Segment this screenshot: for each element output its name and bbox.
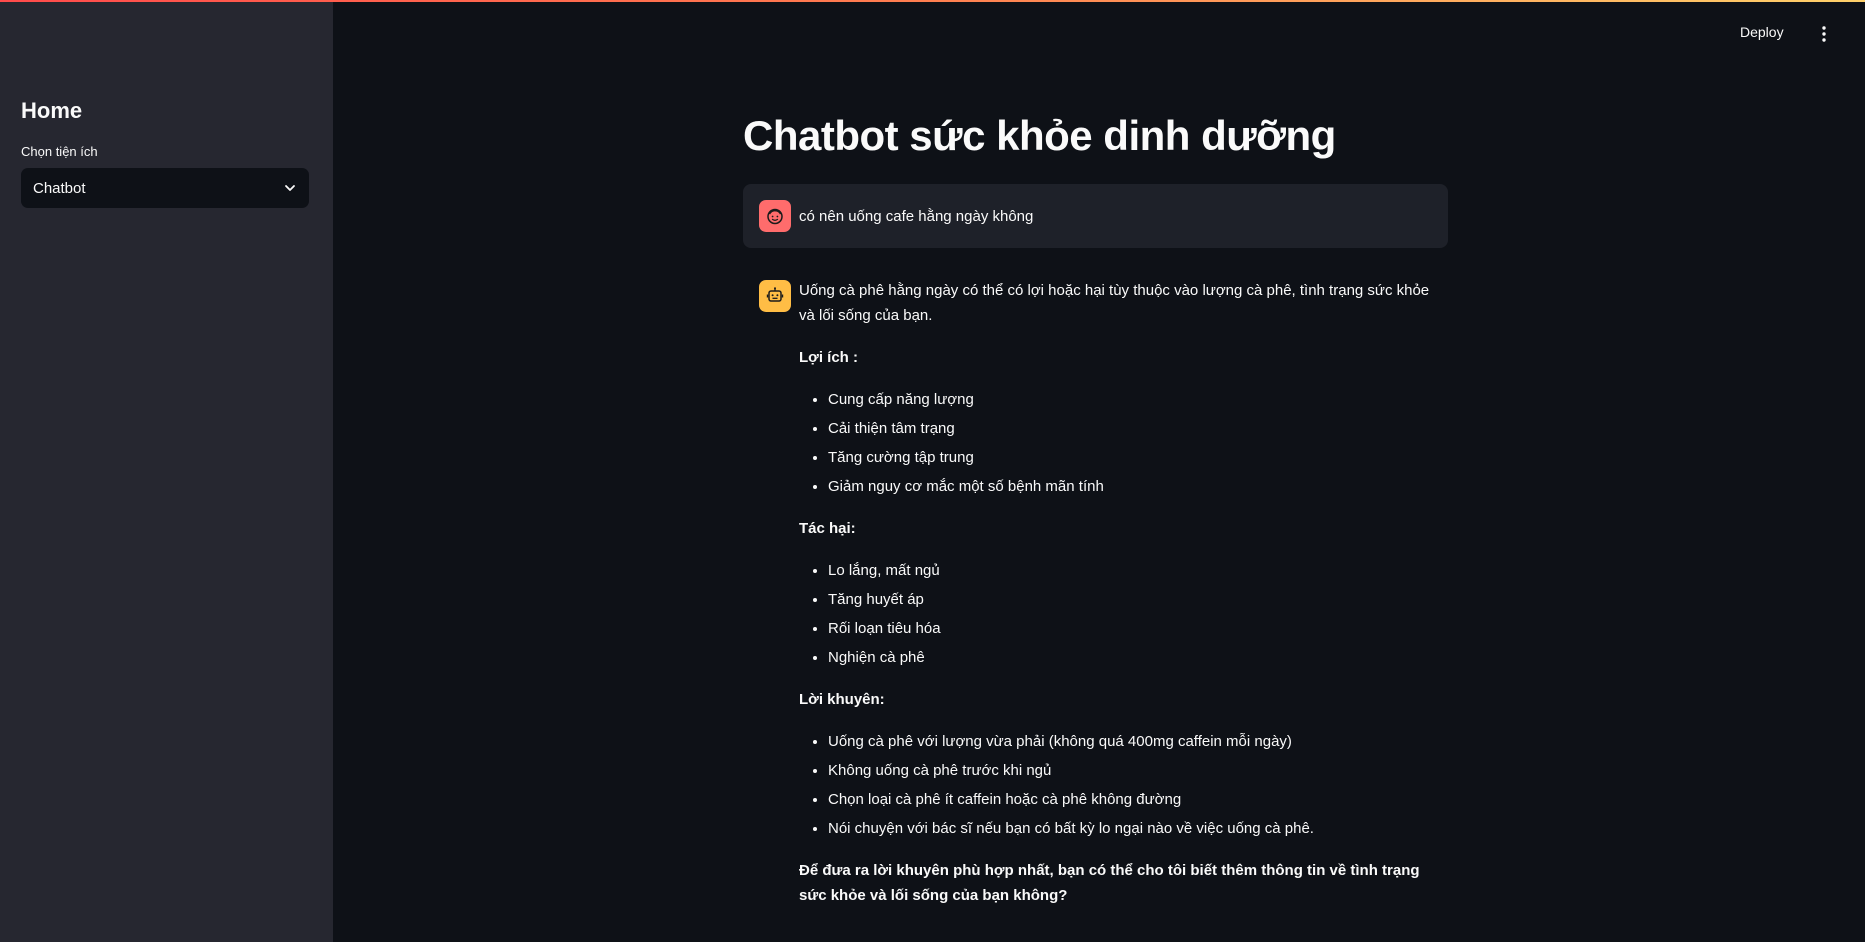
list-item: Cung cấp năng lượng — [828, 387, 1448, 412]
benefits-heading: Lợi ích : — [799, 349, 858, 366]
top-decoration-line — [0, 0, 1865, 2]
utility-select[interactable]: Chatbot — [21, 168, 309, 208]
list-item: Cải thiện tâm trạng — [828, 416, 1448, 441]
sidebar-title: Home — [21, 98, 83, 123]
user-message: có nên uống cafe hằng ngày không — [743, 184, 1448, 248]
list-item: Rối loạn tiêu hóa — [828, 616, 1448, 641]
select-label: Chọn tiện ích — [21, 144, 98, 159]
list-item: Uống cà phê với lượng vừa phải (không qu… — [828, 729, 1448, 754]
list-item: Không uống cà phê trước khi ngủ — [828, 758, 1448, 783]
list-item: Lo lắng, mất ngủ — [828, 558, 1448, 583]
page-title: Chatbot sức khỏe dinh dưỡng — [743, 112, 1336, 159]
assistant-message-content: Uống cà phê hằng ngày có thể có lợi hoặc… — [799, 278, 1448, 908]
list-item: Nghiện cà phê — [828, 645, 1448, 670]
select-value: Chatbot — [33, 179, 86, 197]
list-item: Tăng cường tập trung — [828, 445, 1448, 470]
chevron-down-icon — [283, 181, 297, 195]
list-item: Nói chuyện với bác sĩ nếu bạn có bất kỳ … — [828, 816, 1448, 841]
user-message-text: có nên uống cafe hằng ngày không — [799, 207, 1034, 225]
advice-list: Uống cà phê với lượng vừa phải (không qu… — [799, 729, 1448, 841]
list-item: Tăng huyết áp — [828, 587, 1448, 612]
assistant-message: Uống cà phê hằng ngày có thể có lợi hoặc… — [759, 278, 1448, 925]
harms-heading: Tác hại: — [799, 520, 856, 537]
robot-icon — [759, 280, 791, 312]
assistant-closing: Để đưa ra lời khuyên phù hợp nhất, bạn c… — [799, 862, 1420, 904]
list-item: Chọn loại cà phê ít caffein hoặc cà phê … — [828, 787, 1448, 812]
sidebar: Home Chọn tiện ích Chatbot — [0, 0, 333, 942]
vertical-dots-icon[interactable] — [1816, 24, 1832, 44]
list-item: Giảm nguy cơ mắc một số bệnh mãn tính — [828, 474, 1448, 499]
assistant-intro: Uống cà phê hằng ngày có thể có lợi hoặc… — [799, 282, 1430, 324]
deploy-button[interactable]: Deploy — [1740, 24, 1784, 40]
harms-list: Lo lắng, mất ngủ Tăng huyết áp Rối loạn … — [799, 558, 1448, 670]
app-root: Home Chọn tiện ích Chatbot Deploy Chatbo… — [0, 0, 1865, 942]
user-face-icon — [759, 200, 791, 232]
advice-heading: Lời khuyên: — [799, 691, 885, 708]
benefits-list: Cung cấp năng lượng Cải thiện tâm trạng … — [799, 387, 1448, 499]
